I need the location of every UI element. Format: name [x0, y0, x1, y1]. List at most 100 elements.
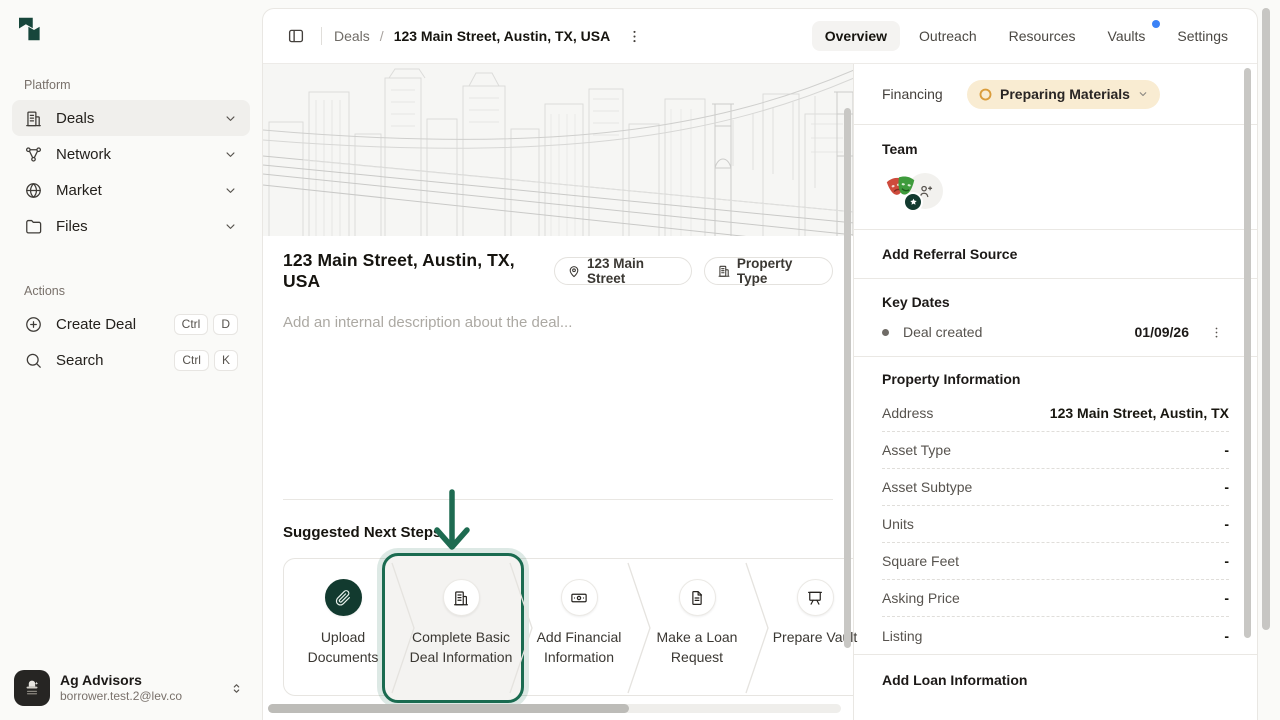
step-make-a-loan-request[interactable]: Make a Loan Request	[638, 559, 756, 697]
sidebar-toggle-button[interactable]	[283, 23, 309, 49]
chevron-down-icon	[223, 147, 238, 162]
panel-scrollbar[interactable]	[1244, 68, 1251, 638]
sidebar-item-network[interactable]: Network	[12, 136, 250, 172]
property-rows: Address 123 Main Street, Austin, TX Asse…	[854, 395, 1257, 654]
tab-overview[interactable]: Overview	[812, 21, 900, 51]
add-referral-source-label: Add Referral Source	[882, 246, 1017, 262]
add-loan-information-button[interactable]: Add Loan Information	[854, 655, 1257, 704]
plus-circle-icon	[24, 315, 43, 334]
deal-tabs: Overview Outreach Resources Vaults Setti…	[812, 21, 1241, 51]
key-date-menu-button[interactable]	[1209, 325, 1224, 340]
horizontal-scrollbar[interactable]	[268, 704, 841, 713]
property-row-listing[interactable]: Listing -	[882, 617, 1229, 654]
step-label: Make a Loan Request	[649, 627, 745, 667]
kebab-menu-icon	[626, 28, 643, 45]
search-icon	[24, 351, 43, 370]
network-icon	[24, 145, 43, 164]
sidebar-item-label: Market	[56, 182, 102, 199]
page-scrollbar[interactable]	[1262, 8, 1270, 630]
property-row-asset-subtype[interactable]: Asset Subtype -	[882, 469, 1229, 506]
sidebar-item-deals[interactable]: Deals	[12, 100, 250, 136]
tab-vaults[interactable]: Vaults	[1095, 21, 1159, 51]
account-switcher[interactable]: Ag Advisors borrower.test.2@lev.co	[10, 666, 252, 710]
shortcut-keys: Ctrl K	[174, 350, 238, 371]
key-k: K	[214, 350, 238, 371]
property-value: -	[1224, 590, 1229, 606]
address-tag-label: 123 Main Street	[587, 256, 679, 286]
property-type-tag[interactable]: Property Type	[704, 257, 833, 285]
property-label: Asset Type	[882, 442, 951, 458]
folder-icon	[24, 217, 43, 236]
divider	[321, 27, 322, 45]
deal-title: 123 Main Street, Austin, TX, USA	[283, 250, 544, 292]
create-deal-button[interactable]: Create Deal Ctrl D	[12, 306, 250, 342]
key-date-value: 01/09/26	[1135, 324, 1190, 340]
step-upload-documents[interactable]: Upload Documents	[284, 559, 402, 697]
breadcrumb-parent[interactable]: Deals	[334, 28, 370, 44]
tab-settings[interactable]: Settings	[1164, 21, 1241, 51]
property-label: Listing	[882, 628, 922, 644]
chevron-down-icon	[223, 219, 238, 234]
property-row-square-feet[interactable]: Square Feet -	[882, 543, 1229, 580]
user-email: borrower.test.2@lev.co	[60, 689, 182, 704]
center-column-scrollbar[interactable]	[844, 108, 851, 648]
property-value: -	[1224, 442, 1229, 458]
map-pin-icon	[567, 264, 581, 278]
deal-menu-button[interactable]	[622, 24, 647, 49]
app-logo-icon	[14, 14, 44, 44]
file-text-icon	[679, 579, 716, 616]
step-label: Upload Documents	[295, 627, 391, 667]
step-prepare-vault[interactable]: Prepare Vault	[756, 559, 874, 697]
property-row-asking-price[interactable]: Asking Price -	[882, 580, 1229, 617]
property-label: Units	[882, 516, 914, 532]
property-type-tag-label: Property Type	[737, 256, 820, 286]
property-row-address[interactable]: Address 123 Main Street, Austin, TX	[882, 395, 1229, 432]
breadcrumb-separator: /	[380, 28, 384, 44]
add-referral-source-button[interactable]: Add Referral Source	[854, 230, 1257, 279]
paperclip-icon	[325, 579, 362, 616]
chevron-down-icon	[223, 111, 238, 126]
key-dates-heading: Key Dates	[882, 294, 1257, 310]
step-complete-basic-deal-information[interactable]: Complete Basic Deal Information	[402, 559, 520, 697]
actions-section-label: Actions	[24, 284, 262, 298]
member-role-badge-icon	[903, 192, 923, 212]
platform-section-label: Platform	[24, 78, 262, 92]
create-deal-label: Create Deal	[56, 316, 136, 333]
tab-vaults-label: Vaults	[1108, 28, 1146, 44]
address-tag[interactable]: 123 Main Street	[554, 257, 692, 285]
building-icon	[717, 264, 731, 278]
key-ctrl: Ctrl	[174, 314, 209, 335]
step-add-financial-information[interactable]: Add Financial Information	[520, 559, 638, 697]
tab-resources[interactable]: Resources	[996, 21, 1089, 51]
sidebar: Platform Deals Network	[0, 0, 262, 720]
financing-status-dropdown[interactable]: Preparing Materials	[967, 80, 1160, 109]
chevron-down-icon	[1137, 88, 1149, 100]
property-row-units[interactable]: Units -	[882, 506, 1229, 543]
sidebar-item-files[interactable]: Files	[12, 208, 250, 244]
property-label: Asking Price	[882, 590, 960, 606]
green-down-arrow-icon	[429, 488, 475, 552]
breadcrumb-current: 123 Main Street, Austin, TX, USA	[394, 28, 611, 44]
key-dates-section: Key Dates Deal created 01/09/26	[854, 279, 1257, 357]
horizontal-scrollbar-thumb[interactable]	[268, 704, 629, 713]
property-value: -	[1224, 516, 1229, 532]
property-value: -	[1224, 628, 1229, 644]
sidebar-item-market[interactable]: Market	[12, 172, 250, 208]
hero-sketch	[263, 64, 853, 236]
key-d: D	[213, 314, 238, 335]
sidebar-item-label: Network	[56, 146, 111, 163]
tab-outreach[interactable]: Outreach	[906, 21, 990, 51]
add-loan-information-label: Add Loan Information	[882, 672, 1027, 688]
step-label: Add Financial Information	[531, 627, 627, 667]
shortcut-keys: Ctrl D	[174, 314, 238, 335]
avatar	[14, 670, 50, 706]
search-button[interactable]: Search Ctrl K	[12, 342, 250, 378]
team-avatars	[882, 171, 952, 211]
property-information-heading: Property Information	[882, 371, 1257, 387]
property-value: 123 Main Street, Austin, TX	[1050, 405, 1229, 421]
financing-label: Financing	[882, 86, 967, 102]
property-row-asset-type[interactable]: Asset Type -	[882, 432, 1229, 469]
description-input[interactable]: Add an internal description about the de…	[283, 314, 833, 331]
globe-icon	[24, 181, 43, 200]
card-header: Deals / 123 Main Street, Austin, TX, USA…	[263, 9, 1257, 64]
